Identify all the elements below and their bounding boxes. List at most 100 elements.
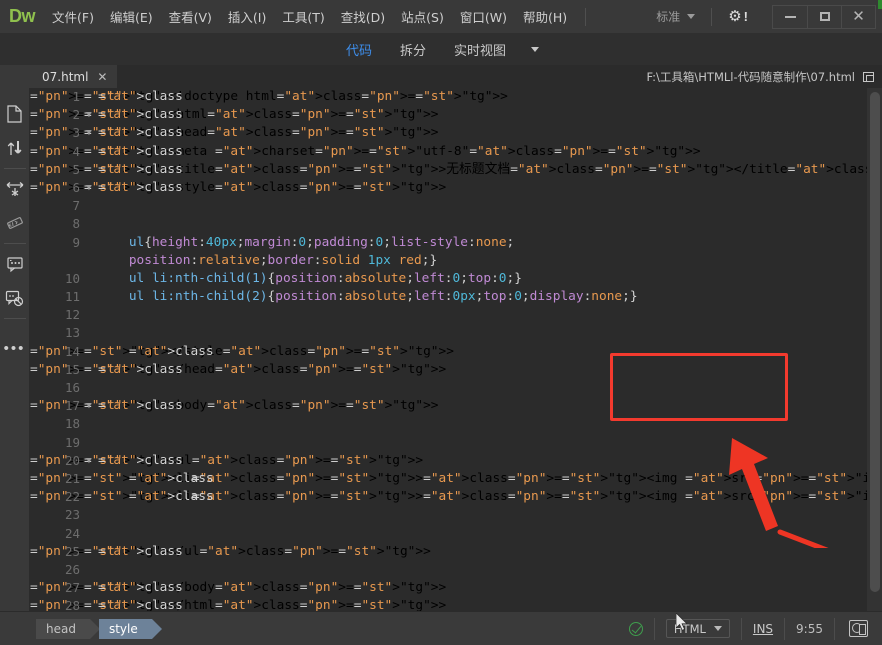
view-mode-chevron-down-icon[interactable]	[531, 47, 539, 52]
code-line[interactable]: 13	[30, 324, 882, 342]
code-line[interactable]: position:relative;border:solid 1px red;}	[30, 252, 882, 270]
file-path-text: F:\工具箱\HTMLl-代码随意制作\07.html	[646, 69, 855, 85]
more-options-icon[interactable]: •••	[0, 331, 30, 365]
line-number: 1	[30, 88, 80, 106]
insert-mode-indicator[interactable]: INS	[741, 618, 784, 640]
close-button[interactable]: ✕	[841, 6, 875, 28]
menu-site[interactable]: 站点(S)	[393, 3, 452, 30]
code-line[interactable]: 26	[30, 561, 882, 579]
code-tag-icon[interactable]	[0, 206, 30, 240]
menu-bar: 文件(F) 编辑(E) 查看(V) 插入(I) 工具(T) 查找(D) 站点(S…	[44, 3, 575, 30]
menu-tools[interactable]: 工具(T)	[274, 3, 332, 30]
code-line[interactable]: 21 ="at">class="pn">=="st">"tg"><li="at"…	[30, 470, 882, 488]
dreamweaver-window: Dw 文件(F) 编辑(E) 查看(V) 插入(I) 工具(T) 查找(D) 站…	[0, 0, 882, 645]
editor-vertical-scrollbar[interactable]	[867, 88, 882, 611]
breadcrumb-head[interactable]: head	[36, 619, 90, 639]
line-text: ="at">class	[98, 143, 183, 161]
line-text: ul li:nth-child(1){position:absolute;lef…	[98, 270, 522, 288]
menu-edit[interactable]: 编辑(E)	[102, 3, 161, 30]
menu-window[interactable]: 窗口(W)	[452, 3, 515, 30]
minimize-icon	[785, 16, 796, 18]
file-icon[interactable]	[0, 97, 30, 131]
minimize-button[interactable]	[773, 6, 807, 28]
maximize-button[interactable]	[807, 6, 841, 28]
code-line[interactable]: 20▼="at">class="pn">=="st">"tg"><ul="at"…	[30, 452, 882, 470]
line-number: 14	[30, 343, 80, 361]
code-line[interactable]: 18	[30, 415, 882, 433]
menu-insert[interactable]: 插入(I)	[220, 3, 274, 30]
fold-toggle-icon[interactable]: ▼	[84, 106, 94, 124]
code-line[interactable]: 5="at">class="pn">=="st">"tg"><title="at…	[30, 161, 882, 179]
code-line[interactable]: 23	[30, 506, 882, 524]
line-number: 13	[30, 324, 80, 342]
code-text-area[interactable]: 1="at">class="pn">=="st">"tg"><!doctype …	[30, 88, 882, 611]
sync-arrows-icon[interactable]	[0, 131, 30, 165]
left-tool-rail: •••	[0, 88, 30, 611]
fold-toggle-icon[interactable]: ▼	[84, 452, 94, 470]
workspace-switcher[interactable]: 标准	[650, 5, 701, 28]
line-text: ="at">class	[98, 488, 214, 506]
view-mode-code[interactable]: 代码	[343, 38, 375, 61]
gear-icon: ⚙	[728, 9, 741, 24]
preview-in-browser-button[interactable]	[834, 618, 882, 640]
line-number: 12	[30, 306, 80, 324]
comment-disabled-icon[interactable]	[0, 281, 30, 315]
code-line[interactable]: 28="at">class="pn">=="st">"tg"></html="a…	[30, 597, 882, 611]
maximize-icon	[820, 12, 830, 21]
comment-icon[interactable]	[0, 247, 30, 281]
code-line[interactable]: 3▼="at">class="pn">=="st">"tg"><head="at…	[30, 124, 882, 142]
code-line[interactable]: 19	[30, 434, 882, 452]
code-line[interactable]: 25="at">class="pn">=="st">"tg"></ul="at"…	[30, 543, 882, 561]
restore-window-icon[interactable]	[863, 72, 874, 82]
code-line[interactable]: 6▼="at">class="pn">=="st">"tg"><style="a…	[30, 179, 882, 197]
resize-width-icon[interactable]	[0, 172, 30, 206]
code-line[interactable]: 12	[30, 306, 882, 324]
tag-breadcrumb: head style	[36, 619, 159, 639]
preferences-button[interactable]: ⚙ !	[722, 9, 754, 24]
scrollbar-thumb[interactable]	[870, 92, 880, 592]
close-icon[interactable]: ✕	[97, 71, 107, 83]
code-line[interactable]: 8	[30, 215, 882, 233]
code-line[interactable]: 16	[30, 379, 882, 397]
toolbar-divider-2	[711, 8, 712, 26]
menu-file[interactable]: 文件(F)	[44, 3, 102, 30]
menu-find[interactable]: 查找(D)	[333, 3, 393, 30]
code-line[interactable]: 9 ul{height:40px;margin:0;padding:0;list…	[30, 234, 882, 252]
line-number: 4	[30, 143, 80, 161]
line-text: ="at">class	[98, 106, 183, 124]
menu-view[interactable]: 查看(V)	[161, 3, 220, 30]
fold-toggle-icon[interactable]: ▼	[84, 124, 94, 142]
code-line[interactable]: 1="at">class="pn">=="st">"tg"><!doctype …	[30, 88, 882, 106]
code-line[interactable]: 2▼="at">class="pn">=="st">"tg"><html="at…	[30, 106, 882, 124]
corner-accent	[878, 0, 882, 9]
code-line[interactable]: 7	[30, 197, 882, 215]
fold-toggle-icon[interactable]: ▼	[84, 397, 94, 415]
line-number: 20	[30, 452, 80, 470]
code-line[interactable]: 14 ="at">class="pn">=="st">"tg"></style=…	[30, 343, 882, 361]
code-line[interactable]: 4="at">class="pn">=="st">"tg"><meta ="at…	[30, 143, 882, 161]
status-bar: head style HTML INS 9:55	[0, 611, 882, 645]
document-tab-bar: 07.html ✕ F:\工具箱\HTMLl-代码随意制作\07.html	[30, 65, 882, 88]
file-path-display: F:\工具箱\HTMLl-代码随意制作\07.html	[646, 65, 882, 88]
menu-help[interactable]: 帮助(H)	[515, 3, 575, 30]
fold-toggle-icon[interactable]: ▼	[84, 179, 94, 197]
code-line[interactable]: 11 ul li:nth-child(2){position:absolute;…	[30, 288, 882, 306]
code-line[interactable]: 15="at">class="pn">=="st">"tg"></head="a…	[30, 361, 882, 379]
rail-divider-2	[4, 243, 26, 244]
code-line[interactable]: 10 ul li:nth-child(1){position:absolute;…	[30, 270, 882, 288]
code-line[interactable]: 27="at">class="pn">=="st">"tg"></body="a…	[30, 579, 882, 597]
code-line[interactable]: 22 ="at">class="pn">=="st">"tg"><li="at"…	[30, 488, 882, 506]
code-line[interactable]: 17▼="at">class="pn">=="st">"tg"><body="a…	[30, 397, 882, 415]
doctype-selector[interactable]: HTML	[654, 618, 741, 640]
view-mode-bar: 代码 拆分 实时视图	[0, 33, 882, 65]
code-line[interactable]: 24	[30, 525, 882, 543]
line-text: ="at">class	[98, 470, 214, 488]
breadcrumb-style[interactable]: style	[99, 619, 152, 639]
view-mode-live[interactable]: 实时视图	[451, 38, 509, 61]
code-editor[interactable]: 1="at">class="pn">=="st">"tg"><!doctype …	[30, 88, 882, 611]
view-mode-split[interactable]: 拆分	[397, 38, 429, 61]
syntax-check-status[interactable]	[618, 618, 654, 640]
document-tab-07html[interactable]: 07.html ✕	[30, 65, 117, 88]
line-text: ="at">class	[98, 161, 183, 179]
chevron-down-icon	[714, 626, 722, 631]
